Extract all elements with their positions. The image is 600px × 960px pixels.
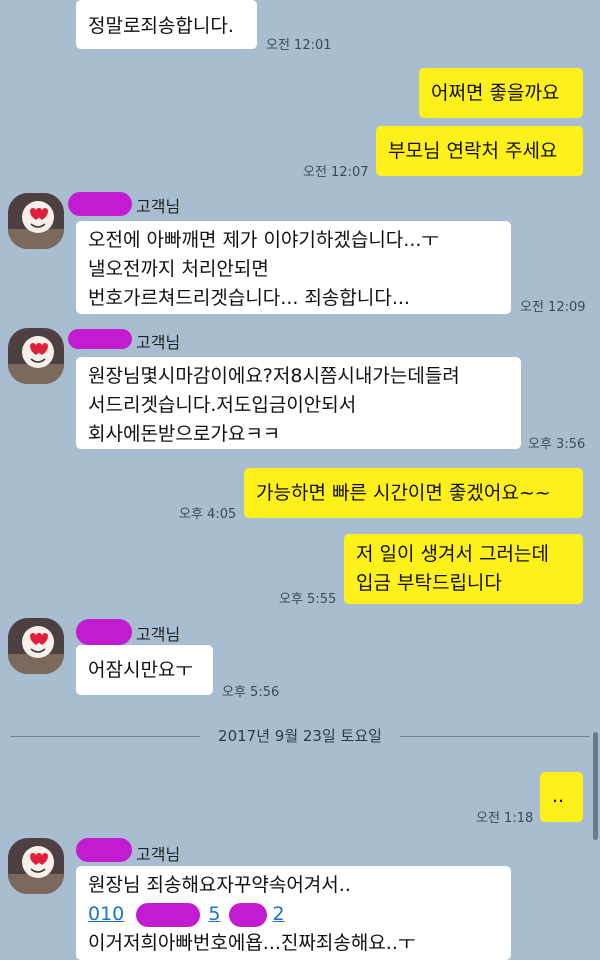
message-line: 입금 부탁드립니다 [356, 572, 502, 594]
message-bubble[interactable]: 어쩌면 좋을까요 [419, 68, 583, 118]
sender-name: 고객님 [136, 197, 181, 216]
message-line: 낼오전까지 처리안되면 [88, 258, 269, 280]
date-divider: 2017년 9월 23일 토요일 [0, 726, 600, 746]
profile-emoji-icon [8, 838, 64, 894]
message-time: 오후 3:56 [528, 437, 586, 452]
message-bubble[interactable]: 정말로죄송합니다. [76, 0, 257, 49]
profile-emoji-icon [8, 328, 64, 384]
phone-link-line[interactable]: 010 5 2 [88, 900, 499, 929]
message-text: .. [552, 785, 565, 807]
message-text: 어쩌면 좋을까요 [431, 82, 560, 104]
profile-emoji-icon [8, 618, 64, 674]
message-bubble[interactable]: .. [540, 772, 583, 822]
redacted-name [68, 192, 132, 216]
phone-link[interactable]: 010 [88, 903, 124, 925]
message-bubble[interactable]: 원장님몇시마감이에요?저8시쯤시내가는데들려 서드리겟습니다.저도입금이안되서 … [76, 357, 521, 449]
phone-link[interactable]: 2 [273, 903, 285, 925]
message-bubble[interactable]: 부모님 연락처 주세요 [376, 126, 583, 176]
message-time: 오전 12:07 [303, 165, 369, 180]
scrollbar[interactable] [593, 732, 598, 840]
avatar[interactable] [8, 838, 64, 894]
message-line: 번호가르쳐드리겟습니다... 죄송합니다... [88, 287, 410, 309]
divider-line [400, 736, 590, 737]
profile-emoji-icon [8, 193, 64, 249]
message-line: 회사에돈받으로가요ㅋㅋ [88, 423, 281, 445]
message-bubble[interactable]: 어잠시만요ㅜ [76, 645, 213, 695]
message-line: 서드리겟습니다.저도입금이안되서 [88, 394, 357, 416]
message-time: 오전 12:01 [266, 38, 332, 53]
message-line: 원장님몇시마감이에요?저8시쯤시내가는데들려 [88, 365, 460, 387]
message-time: 오후 5:55 [279, 592, 337, 607]
message-line: 원장님 죄송해요자꾸약속어겨서.. [88, 874, 351, 896]
redacted-name [76, 838, 132, 862]
avatar[interactable] [8, 328, 64, 384]
message-text: 부모님 연락처 주세요 [388, 140, 558, 162]
message-text: 정말로죄송합니다. [88, 15, 234, 37]
redacted-name [68, 329, 132, 349]
message-bubble[interactable]: 오전에 아빠깨면 제가 이야기하겠습니다...ㅜ 낼오전까지 처리안되면 번호가… [76, 221, 511, 314]
message-bubble[interactable]: 원장님 죄송해요자꾸약속어겨서.. 010 5 2 이거저희아빠번호에욥...진… [76, 866, 511, 960]
message-time: 오전 1:18 [476, 811, 534, 826]
sender-name: 고객님 [136, 625, 181, 644]
message-line: 저 일이 생겨서 그러는데 [356, 543, 549, 565]
message-line: 오전에 아빠깨면 제가 이야기하겠습니다...ㅜ [88, 229, 439, 251]
message-text: 가능하면 빠른 시간이면 좋겠어요~~ [256, 482, 551, 504]
message-line: 이거저희아빠번호에욥...진짜죄송해요..ㅜ [88, 932, 416, 954]
avatar[interactable] [8, 193, 64, 249]
message-time: 오후 5:56 [222, 685, 280, 700]
redacted-name [76, 619, 132, 645]
avatar[interactable] [8, 618, 64, 674]
message-time: 오후 4:05 [179, 507, 237, 522]
phone-link[interactable]: 5 [208, 903, 220, 925]
redacted-digits [136, 902, 201, 927]
message-time: 오전 12:09 [520, 300, 586, 315]
message-bubble[interactable]: 가능하면 빠른 시간이면 좋겠어요~~ [244, 468, 583, 518]
message-bubble[interactable]: 저 일이 생겨서 그러는데 입금 부탁드립니다 [344, 534, 583, 604]
redacted-digits [228, 902, 267, 927]
message-text: 어잠시만요ㅜ [88, 659, 193, 681]
sender-name: 고객님 [136, 845, 181, 864]
sender-name: 고객님 [136, 333, 181, 352]
